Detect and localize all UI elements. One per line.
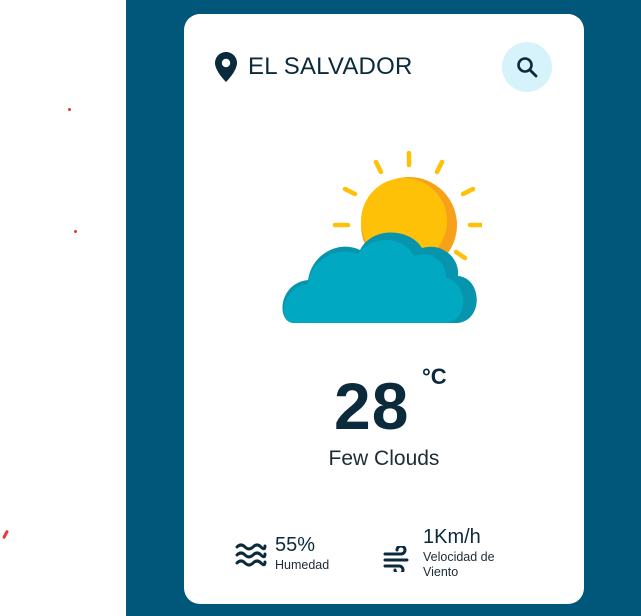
- wind-stat: 1Km/h Velocidad de Viento: [383, 524, 513, 580]
- humidity-text: 55% Humedad: [275, 532, 329, 573]
- wind-label: Velocidad de Viento: [423, 550, 495, 579]
- city-name: EL SALVADOR: [248, 53, 413, 80]
- wind-text: 1Km/h Velocidad de Viento: [423, 524, 513, 580]
- humidity-label: Humedad: [275, 558, 330, 572]
- stray-dot: [74, 230, 77, 233]
- location-header: EL SALVADOR: [215, 52, 412, 82]
- search-icon: [517, 57, 538, 78]
- temperature-unit: °C: [422, 364, 447, 389]
- stray-dot: [68, 108, 71, 111]
- weather-condition: Few Clouds: [328, 447, 440, 470]
- temperature-value: 28: [334, 369, 410, 443]
- waves-icon: [235, 543, 267, 567]
- temperature-block: 28 °C: [184, 364, 584, 446]
- humidity-stat: 55% Humedad: [235, 532, 329, 573]
- left-pane: [0, 0, 126, 616]
- search-button[interactable]: [502, 42, 552, 92]
- wind-icon: [383, 546, 409, 572]
- partly-cloudy-icon: [282, 150, 482, 323]
- location-pin-icon: [215, 52, 237, 82]
- stray-mark: [2, 529, 9, 540]
- humidity-value: 55%: [275, 534, 316, 556]
- wind-value: 1Km/h: [423, 526, 481, 548]
- weather-card: EL SALVADOR 28 °C Few Clouds 55% Humedad…: [184, 14, 584, 604]
